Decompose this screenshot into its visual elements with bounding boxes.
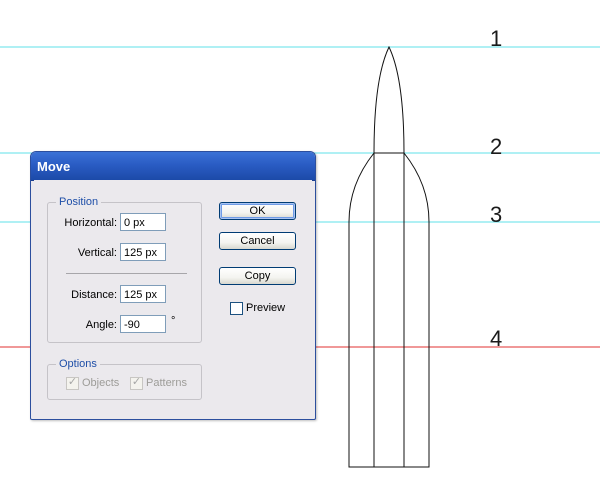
move-dialog: Move Position Horizontal: 0 px Vertical:… <box>30 151 316 420</box>
preview-checkbox[interactable] <box>230 302 243 315</box>
guide-number-3: 3 <box>490 202 503 227</box>
objects-checkbox[interactable]: ✓ <box>66 376 79 390</box>
position-legend: Position <box>59 196 99 208</box>
objects-label: Objects <box>82 377 120 389</box>
ok-button[interactable]: OK <box>219 202 296 220</box>
copy-button[interactable]: Copy <box>219 267 296 285</box>
horizontal-input[interactable]: 0 px <box>120 213 166 231</box>
position-separator <box>66 273 187 274</box>
angle-degree-sign: ° <box>171 315 176 327</box>
rocket-nose-cone[interactable] <box>373 45 405 154</box>
vertical-label: Vertical: <box>77 247 117 259</box>
vertical-input[interactable]: 125 px <box>120 243 166 261</box>
dialog-body: Position Horizontal: 0 px Vertical: 125 … <box>34 180 312 416</box>
guide-number-2: 2 <box>490 134 503 159</box>
dialog-title-bar[interactable]: Move <box>31 152 315 181</box>
check-mark-icon: ✓ <box>131 376 142 388</box>
angle-input[interactable]: -90 <box>120 315 166 333</box>
patterns-label: Patterns <box>146 377 187 389</box>
guide-number-1: 1 <box>490 26 503 51</box>
angle-label: Angle: <box>85 319 117 331</box>
preview-label: Preview <box>246 302 286 314</box>
distance-label: Distance: <box>71 289 117 301</box>
rocket-outer-body[interactable] <box>348 152 430 468</box>
dialog-title: Move <box>37 159 71 174</box>
horizontal-label: Horizontal: <box>64 217 117 229</box>
options-legend: Options <box>59 358 97 370</box>
patterns-checkbox[interactable]: ✓ <box>130 376 143 390</box>
check-mark-icon: ✓ <box>67 376 78 388</box>
cancel-button[interactable]: Cancel <box>219 232 296 250</box>
guide-number-4: 4 <box>490 326 503 351</box>
distance-input[interactable]: 125 px <box>120 285 166 303</box>
